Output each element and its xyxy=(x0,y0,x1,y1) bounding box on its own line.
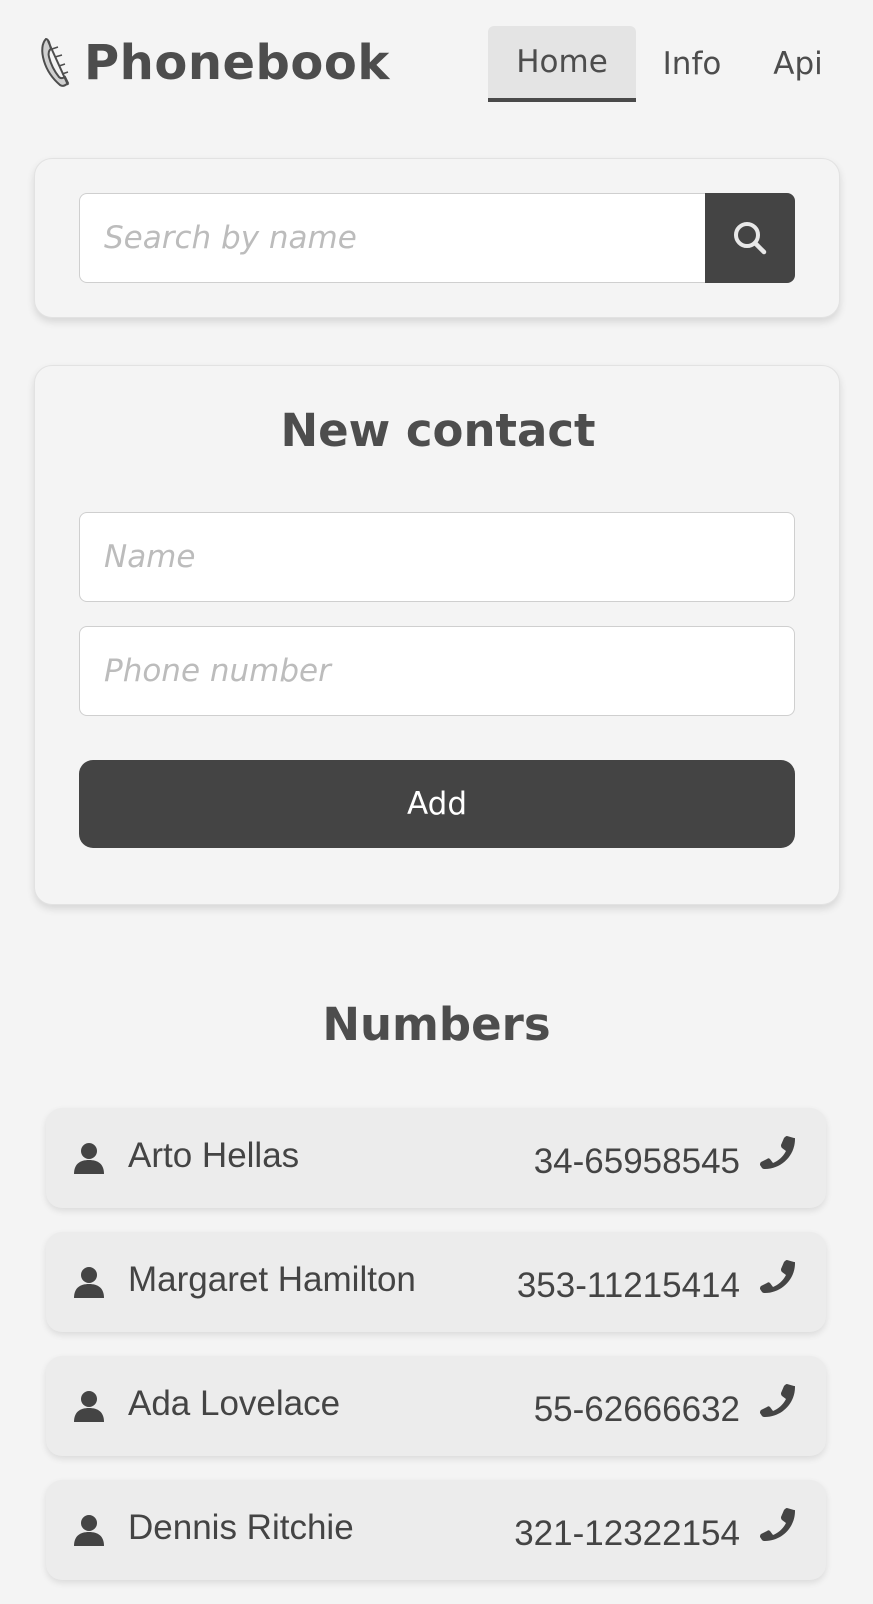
contact-name: Arto Hellas xyxy=(128,1136,300,1175)
name-field[interactable] xyxy=(79,512,795,602)
contact-number: 321-12322154 xyxy=(514,1514,740,1553)
phone-number-field[interactable] xyxy=(79,626,795,716)
app-logo[interactable]: Phonebook xyxy=(38,30,390,96)
user-icon xyxy=(74,1143,104,1174)
phone-icon[interactable] xyxy=(760,1134,796,1170)
list-item[interactable]: Margaret Hamilton 353-11215414 xyxy=(46,1232,826,1332)
feather-phone-icon xyxy=(41,37,70,87)
main-nav: Home Info Api xyxy=(488,26,848,102)
search-icon xyxy=(734,222,767,255)
contact-number: 34-65958545 xyxy=(533,1142,740,1181)
nav-info[interactable]: Info xyxy=(636,26,748,102)
phone-icon[interactable] xyxy=(760,1506,796,1542)
numbers-title: Numbers xyxy=(322,998,551,1051)
new-contact-card: New contact Add xyxy=(34,365,840,905)
app-title: Phonebook xyxy=(84,35,390,91)
list-item[interactable]: Dennis Ritchie 321-12322154 xyxy=(46,1480,826,1580)
phone-icon[interactable] xyxy=(760,1382,796,1418)
search-button[interactable] xyxy=(705,193,795,283)
contact-list: Arto Hellas 34-65958545 Margaret Hamilto… xyxy=(46,1108,826,1604)
contact-name: Margaret Hamilton xyxy=(128,1260,416,1299)
nav-api[interactable]: Api xyxy=(748,26,848,102)
app-header: Phonebook Home Info Api xyxy=(0,0,873,120)
contact-number: 353-11215414 xyxy=(516,1266,740,1305)
contact-name: Dennis Ritchie xyxy=(128,1508,354,1547)
contact-name: Ada Lovelace xyxy=(128,1384,341,1423)
search-bar xyxy=(79,193,795,283)
user-icon xyxy=(74,1267,104,1298)
search-input[interactable] xyxy=(79,193,705,283)
add-button[interactable]: Add xyxy=(79,760,795,848)
user-icon xyxy=(74,1391,104,1422)
nav-home[interactable]: Home xyxy=(488,26,636,102)
list-item[interactable]: Arto Hellas 34-65958545 xyxy=(46,1108,826,1208)
phone-icon[interactable] xyxy=(760,1258,796,1294)
search-card xyxy=(34,158,840,318)
new-contact-title: New contact xyxy=(280,404,596,457)
list-item[interactable]: Ada Lovelace 55-62666632 xyxy=(46,1356,826,1456)
user-icon xyxy=(74,1515,104,1546)
contact-number: 55-62666632 xyxy=(533,1390,740,1429)
